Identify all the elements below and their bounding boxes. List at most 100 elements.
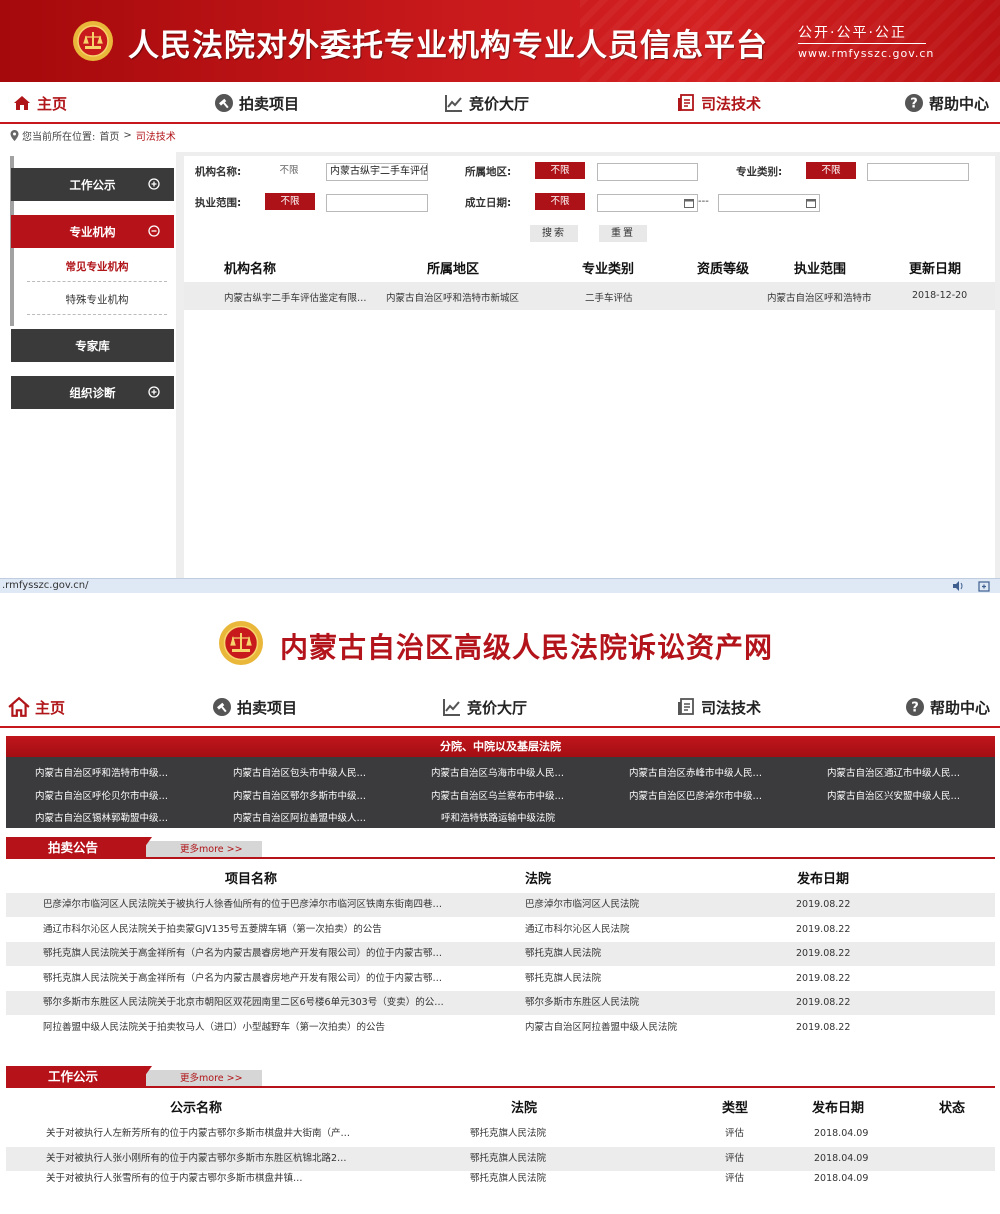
branch-link[interactable]: 内蒙古自治区锡林郭勒盟中级… (35, 810, 168, 824)
col-publish-date: 发布日期 (797, 872, 850, 887)
cell-notice[interactable]: 关于对被执行人张小刚所有的位于内蒙古鄂尔多斯市东胜区杭锦北路2… (46, 1147, 376, 1171)
nav2-home-label: 主页 (35, 698, 66, 717)
region-input[interactable] (597, 163, 698, 181)
nav-judicial-tech[interactable]: 司法技术 (676, 82, 761, 124)
table-row[interactable]: 鄂尔多斯市东胜区人民法院关于北京市朝阳区双花园南里二区6号楼6单元303号（变卖… (6, 991, 995, 1015)
nav2-auction[interactable]: 拍卖项目 (212, 686, 297, 728)
category-input[interactable] (867, 163, 969, 181)
sidebar-sub-special-org[interactable]: 特殊专业机构 (27, 285, 167, 315)
reset-button[interactable]: 重置 (599, 225, 647, 242)
calendar-icon (684, 199, 694, 208)
col-type: 类型 (722, 1101, 749, 1116)
nav2-judicial-tech[interactable]: 司法技术 (676, 686, 761, 728)
breadcrumb-prefix: 您当前所在位置: (22, 132, 96, 143)
table-row[interactable]: 关于对被执行人张小刚所有的位于内蒙古鄂尔多斯市东胜区杭锦北路2… 鄂托克旗人民法… (6, 1147, 995, 1171)
nav2-judicial-label: 司法技术 (701, 698, 762, 717)
cell-project[interactable]: 巴彦淖尔市临河区人民法院关于被执行人徐香仙所有的位于巴彦淖尔市临河区铁南东街南四… (43, 893, 463, 917)
col-court: 法院 (511, 1101, 538, 1116)
speaker-icon[interactable] (952, 580, 964, 592)
nav-judicial-label: 司法技术 (701, 94, 762, 113)
window-icon[interactable] (978, 580, 990, 592)
table-row[interactable]: 鄂托克旗人民法院关于高金祥所有（户名为内蒙古晨睿房地产开发有限公司）的位于内蒙古… (6, 942, 995, 966)
cell-date: 2019.08.22 (796, 973, 851, 984)
nav-help[interactable]: ? 帮助中心 (904, 82, 989, 124)
cell-org-name[interactable]: 内蒙古纵宇二手车评估鉴定有限… (224, 290, 376, 304)
sidebar-pro-org[interactable]: 专业机构 (11, 215, 174, 248)
cell-date: 2019.08.22 (796, 1022, 851, 1033)
section-divider (6, 857, 995, 859)
table-row[interactable]: 鄂托克旗人民法院关于高金祥所有（户名为内蒙古晨睿房地产开发有限公司）的位于内蒙古… (6, 967, 995, 991)
auction-tab[interactable]: 拍卖公告 (6, 837, 146, 859)
help-icon: ? (905, 94, 923, 112)
cell-project[interactable]: 通辽市科尔沁区人民法院关于拍卖蒙GJV135号五菱牌车辆（第一次拍卖）的公告 (43, 918, 463, 942)
slogan: 公开·公平·公正 (798, 25, 907, 41)
location-pin-icon (10, 130, 19, 141)
table-row[interactable]: 阿拉善盟中级人民法院关于拍卖牧马人（进口）小型越野车（第一次拍卖）的公告 内蒙古… (6, 1016, 995, 1040)
search-button[interactable]: 搜索 (530, 225, 578, 242)
cell-project[interactable]: 鄂尔多斯市东胜区人民法院关于北京市朝阳区双花园南里二区6号楼6单元303号（变卖… (43, 991, 463, 1015)
table-row[interactable]: 关于对被执行人张雪所有的位于内蒙古鄂尔多斯市棋盘井镇… 鄂托克旗人民法院 评估 … (6, 1172, 995, 1182)
org-name-label: 机构名称: (195, 166, 242, 178)
branch-link[interactable]: 内蒙古自治区兴安盟中级人民… (827, 788, 960, 802)
work-tab[interactable]: 工作公示 (6, 1066, 146, 1088)
table-row[interactable]: 巴彦淖尔市临河区人民法院关于被执行人徐香仙所有的位于巴彦淖尔市临河区铁南东街南四… (6, 893, 995, 917)
cell-date: 2018.04.09 (814, 1128, 869, 1139)
branch-link[interactable]: 内蒙古自治区乌海市中级人民… (431, 765, 564, 779)
branch-link[interactable]: 内蒙古自治区阿拉善盟中级人… (233, 810, 366, 824)
cell-project[interactable]: 鄂托克旗人民法院关于高金祥所有（户名为内蒙古晨睿房地产开发有限公司）的位于内蒙古… (43, 942, 463, 966)
plus-circle-icon (148, 386, 160, 398)
nav2-help-label: 帮助中心 (930, 698, 991, 717)
col-category: 专业类别 (582, 262, 635, 277)
section-divider (6, 1086, 995, 1088)
svg-text:?: ? (911, 701, 919, 716)
cell-update-date: 2018-12-20 (912, 290, 968, 301)
document-icon (678, 698, 694, 715)
branch-link[interactable]: 内蒙古自治区鄂尔多斯市中级… (233, 788, 366, 802)
breadcrumb-home[interactable]: 首页 (99, 128, 119, 143)
region-any-tag[interactable]: 不限 (535, 162, 585, 179)
col-publish-date: 发布日期 (812, 1101, 865, 1116)
branch-courts-grid: 内蒙古自治区呼和浩特市中级… 内蒙古自治区包头市中级人民… 内蒙古自治区乌海市中… (6, 757, 995, 828)
category-any-tag[interactable]: 不限 (806, 162, 856, 179)
sidebar-org-diag[interactable]: 组织诊断 (11, 376, 174, 409)
date-any-tag[interactable]: 不限 (535, 193, 585, 210)
org-name-input[interactable]: 内蒙古纵宇二手车评估 (326, 163, 428, 181)
nav2-bidding-hall[interactable]: 竞价大厅 (442, 686, 527, 728)
scope-label: 执业范围: (195, 197, 242, 209)
col-scope: 执业范围 (794, 262, 847, 277)
branch-link[interactable]: 呼和浩特铁路运输中级法院 (441, 810, 555, 824)
date-start-input[interactable] (597, 194, 698, 212)
nav2-help[interactable]: ? 帮助中心 (905, 686, 990, 728)
branch-link[interactable]: 内蒙古自治区巴彦淖尔市中级… (629, 788, 762, 802)
cell-notice[interactable]: 关于对被执行人左新芳所有的位于内蒙古鄂尔多斯市棋盘井大街南（产… (46, 1122, 376, 1146)
nav-home[interactable]: 主页 (12, 82, 67, 124)
cell-court: 鄂托克旗人民法院 (525, 948, 602, 959)
breadcrumb-current: 司法技术 (135, 132, 176, 143)
nav2-underline (0, 726, 1000, 728)
branch-link[interactable]: 内蒙古自治区包头市中级人民… (233, 765, 366, 779)
branch-link[interactable]: 内蒙古自治区通辽市中级人民… (827, 765, 960, 779)
scope-input[interactable] (326, 194, 428, 212)
table-row[interactable]: 通辽市科尔沁区人民法院关于拍卖蒙GJV135号五菱牌车辆（第一次拍卖）的公告 通… (6, 918, 995, 942)
sidebar-sub-common-org[interactable]: 常见专业机构 (27, 252, 167, 282)
branch-link[interactable]: 内蒙古自治区乌兰察布市中级… (431, 788, 564, 802)
scope-any-tag[interactable]: 不限 (265, 193, 315, 210)
nav-auction[interactable]: 拍卖项目 (214, 82, 299, 124)
cell-date: 2019.08.22 (796, 997, 851, 1008)
nav-bidding-label: 竞价大厅 (469, 94, 530, 113)
branch-link[interactable]: 内蒙古自治区呼伦贝尔市中级… (35, 788, 168, 802)
col-notice-name: 公示名称 (170, 1101, 223, 1116)
branch-link[interactable]: 内蒙古自治区呼和浩特市中级… (35, 765, 168, 779)
main-panel (184, 156, 995, 578)
sidebar-work-public[interactable]: 工作公示 (11, 168, 174, 201)
date-end-input[interactable] (718, 194, 820, 212)
nav2-home[interactable]: 主页 (8, 686, 65, 728)
nav-bidding-hall[interactable]: 竞价大厅 (444, 82, 529, 124)
cell-notice[interactable]: 关于对被执行人张雪所有的位于内蒙古鄂尔多斯市棋盘井镇… (46, 1172, 376, 1182)
table-row[interactable]: 关于对被执行人左新芳所有的位于内蒙古鄂尔多斯市棋盘井大街南（产… 鄂托克旗人民法… (6, 1122, 995, 1146)
cell-project[interactable]: 鄂托克旗人民法院关于高金祥所有（户名为内蒙古晨睿房地产开发有限公司）的位于内蒙古… (43, 967, 463, 991)
cell-project[interactable]: 阿拉善盟中级人民法院关于拍卖牧马人（进口）小型越野车（第一次拍卖）的公告 (43, 1016, 463, 1040)
org-name-any-tag[interactable]: 不限 (270, 162, 308, 179)
branch-link[interactable]: 内蒙古自治区赤峰市中级人民… (629, 765, 762, 779)
sidebar-expert-db[interactable]: 专家库 (11, 329, 174, 362)
